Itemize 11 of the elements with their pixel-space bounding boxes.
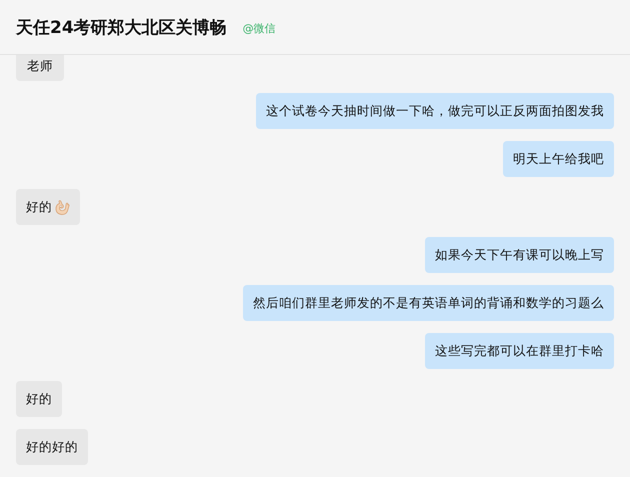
message-bubble: 这个试卷今天抽时间做一下哈，做完可以正反两面拍图发我 xyxy=(256,93,614,129)
message-bubble: 好的好的 xyxy=(16,429,88,465)
message-bubble: 明天上午给我吧 xyxy=(503,141,614,177)
message-bubble: 这些写完都可以在群里打卡哈 xyxy=(425,333,614,369)
message-bubble: 好的 xyxy=(16,189,80,225)
source-label: @微信 xyxy=(242,21,276,36)
message-bubble: 老师 xyxy=(16,55,64,81)
message-bubble: 好的 xyxy=(16,381,62,417)
message-bubble: 然后咱们群里老师发的不是有英语单词的背诵和数学的习题么 xyxy=(243,285,614,321)
message-bubble: 如果今天下午有课可以晚上写 xyxy=(425,237,614,273)
chat-title: 天任24考研郑大北区关博畅 xyxy=(16,16,227,38)
